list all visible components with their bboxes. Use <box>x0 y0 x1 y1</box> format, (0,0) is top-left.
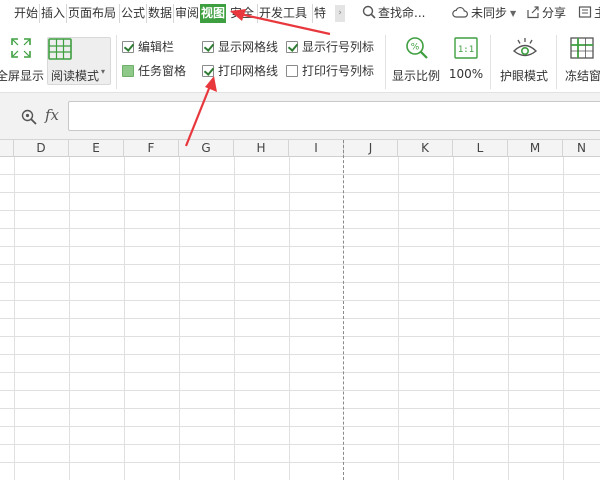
show-gridlines-checkbox-label: 显示网格线 <box>218 40 279 54</box>
column-header[interactable]: H <box>234 140 289 157</box>
share-label[interactable]: 分享 <box>542 4 566 23</box>
formula-bar: fx <box>0 93 600 140</box>
search-command-label[interactable]: 查找命... <box>378 4 425 23</box>
grid-line <box>0 336 600 337</box>
freeze-panes-button[interactable]: 冻结窗 <box>560 27 600 93</box>
tab-review[interactable]: 审阅 <box>173 4 200 23</box>
show-headings-checkbox-label: 显示行号列标 <box>302 40 375 54</box>
print-gridlines-checkbox-label: 打印网格线 <box>218 64 279 78</box>
show-headings-check-icon[interactable] <box>286 41 298 53</box>
zoom-percent-icon: % <box>406 37 428 59</box>
zoom-100-label: 100% <box>448 67 484 81</box>
column-header[interactable]: L <box>453 140 508 157</box>
zoom-ratio-label: 显示比例 <box>391 69 440 83</box>
insert-function-fx-icon[interactable]: fx <box>45 106 59 124</box>
zoom-100-button[interactable]: 1:1 100% <box>446 27 486 93</box>
tab-insert[interactable]: 插入 <box>39 4 66 23</box>
grid-line <box>0 228 600 229</box>
actual-size-icon-text: 1:1 <box>458 45 474 55</box>
print-gridlines-check-icon[interactable] <box>202 65 214 77</box>
reading-mode-caret-icon[interactable]: ▾ <box>101 67 105 76</box>
column-header[interactable]: F <box>124 140 179 157</box>
menu-more-icon[interactable] <box>578 5 592 19</box>
reading-mode-label: 阅读模式 <box>51 69 100 83</box>
svg-text:%: % <box>411 43 420 53</box>
grid-line <box>0 318 600 319</box>
column-header[interactable]: K <box>398 140 453 157</box>
sync-dropdown-caret-icon[interactable]: ▼ <box>510 4 516 23</box>
ribbon-divider <box>116 35 117 89</box>
zoom-ratio-button[interactable]: % 显示比例 <box>390 27 442 93</box>
share-icon[interactable] <box>526 5 540 19</box>
formula-bar-check-icon[interactable] <box>122 41 134 53</box>
tab-scroll-right-button[interactable]: › <box>335 5 345 22</box>
column-header[interactable]: G <box>179 140 234 157</box>
grid-line <box>0 282 600 283</box>
column-header[interactable]: D <box>14 140 69 157</box>
grid-line <box>0 426 600 427</box>
column-header[interactable]: M <box>508 140 563 157</box>
column-header-partial[interactable] <box>0 140 14 157</box>
page-break-line <box>343 140 344 480</box>
tab-special[interactable]: 特 <box>312 4 327 23</box>
formula-input[interactable] <box>68 101 600 131</box>
column-header[interactable]: N <box>563 140 600 157</box>
tab-page-layout[interactable]: 页面布局 <box>66 4 117 23</box>
grid-line <box>0 192 600 193</box>
sync-status-label[interactable]: 未同步 <box>471 4 507 23</box>
grid-line <box>0 300 600 301</box>
print-headings-check-icon[interactable] <box>286 65 298 77</box>
tab-home[interactable]: 开始 <box>13 4 39 23</box>
eye-protection-label: 护眼模式 <box>499 69 548 83</box>
grid-line <box>0 174 600 175</box>
task-pane-check-icon[interactable] <box>122 65 134 77</box>
grid-line <box>0 462 600 463</box>
ribbon-divider <box>556 35 557 89</box>
freeze-panes-icon <box>570 37 594 59</box>
grid-line <box>0 246 600 247</box>
grid-line <box>0 408 600 409</box>
tab-formulas[interactable]: 公式 <box>119 4 146 23</box>
fullscreen-label: 全屏显示 <box>0 69 45 83</box>
column-header[interactable]: I <box>289 140 344 157</box>
eye-icon <box>512 38 538 57</box>
show-gridlines-check-icon[interactable] <box>202 41 214 53</box>
ribbon-divider <box>490 35 491 89</box>
column-header[interactable]: E <box>69 140 124 157</box>
tab-data[interactable]: 数据 <box>146 4 173 23</box>
cell-grid[interactable] <box>0 157 600 480</box>
formula-bar-checkbox-label: 编辑栏 <box>138 40 175 54</box>
tab-view[interactable]: 视图 <box>200 4 227 23</box>
fullscreen-icon <box>11 38 31 58</box>
reading-mode-button[interactable]: 阅读模式 ▾ <box>47 37 111 85</box>
actual-size-icon: 1:1 <box>454 37 478 59</box>
menu-tab-bar: 开始 插入 页面布局 公式 数据 审阅 视图 安全 开发工具 特 › 查找命..… <box>0 0 600 27</box>
fullscreen-button[interactable]: 全屏显示 <box>0 27 44 93</box>
grid-line <box>0 372 600 373</box>
eye-protection-button[interactable]: 护眼模式 <box>496 27 552 93</box>
print-headings-checkbox-label: 打印行号列标 <box>302 64 375 78</box>
reading-mode-grid-icon <box>48 38 72 60</box>
column-header-row: D E F G H I J K L M N <box>0 140 600 157</box>
tab-security[interactable]: 安全 <box>229 4 255 23</box>
view-ribbon: 全屏显示 阅读模式 ▾ 编辑栏 任务窗格 显示网格线 打印网格线 显示行号列标 <box>0 27 600 93</box>
column-header[interactable]: J <box>344 140 398 157</box>
formula-zoom-icon[interactable] <box>21 109 37 125</box>
freeze-panes-label: 冻结窗 <box>565 69 600 83</box>
task-pane-checkbox-label: 任务窗格 <box>138 64 187 78</box>
grid-line <box>0 444 600 445</box>
grid-line <box>0 354 600 355</box>
menu-more-label[interactable]: 主 <box>594 4 600 23</box>
cloud-sync-icon[interactable] <box>452 6 468 18</box>
grid-line <box>0 390 600 391</box>
ribbon-divider <box>385 35 386 89</box>
grid-line <box>0 264 600 265</box>
tab-developer[interactable]: 开发工具 <box>257 4 308 23</box>
search-icon[interactable] <box>362 5 376 19</box>
grid-line <box>0 210 600 211</box>
